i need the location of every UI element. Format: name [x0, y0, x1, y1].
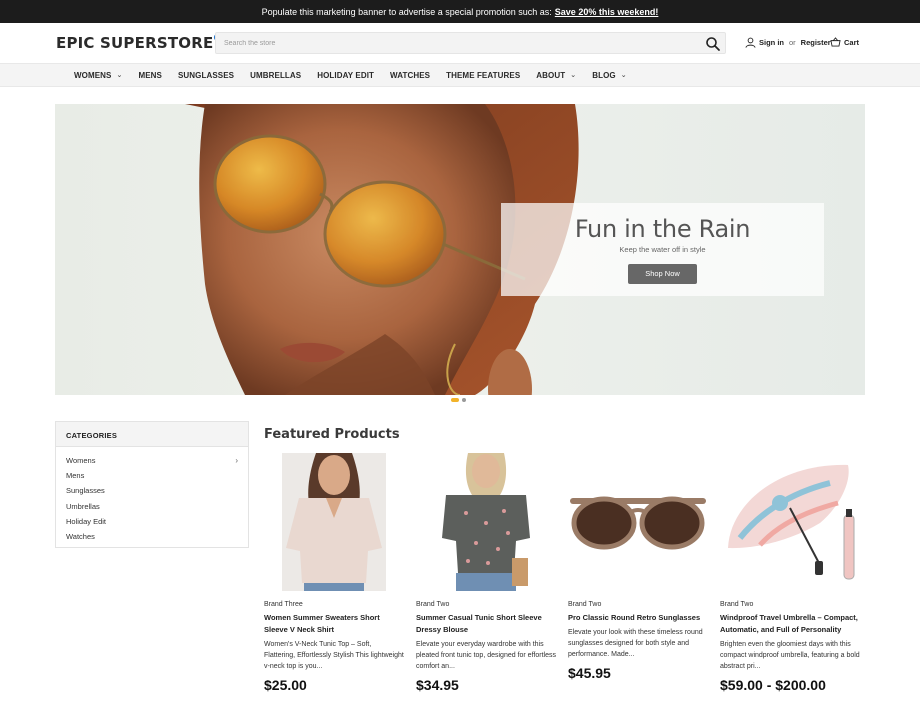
product-name[interactable]: Summer Casual Tunic Short Sleeve Dressy …: [416, 612, 556, 636]
product-card[interactable]: Brand Two Summer Casual Tunic Short Slee…: [416, 453, 556, 693]
site-header: EPIC SUPERSTORE● Sign in or Register Car…: [0, 23, 920, 63]
product-name[interactable]: Women Summer Sweaters Short Sleeve V Nec…: [264, 612, 404, 636]
category-label: Mens: [66, 471, 85, 481]
product-image-sweater[interactable]: [264, 453, 404, 591]
product-description: Women's V-Neck Tunic Top – Soft, Flatter…: [264, 641, 404, 670]
search-icon[interactable]: [705, 36, 721, 52]
cart-label: Cart: [844, 37, 860, 47]
category-label: Watches: [66, 532, 95, 542]
product-image-umbrella[interactable]: [720, 453, 860, 591]
chevron-right-icon[interactable]: ›: [235, 456, 238, 465]
hero-title: Fun in the Rain: [574, 215, 751, 243]
carousel-indicators: [451, 398, 466, 402]
or-text: or: [789, 38, 796, 47]
nav-label: BLOG: [592, 70, 616, 80]
chevron-down-icon: ⌄: [116, 72, 123, 79]
product-brand: Brand Two: [568, 601, 602, 608]
category-item-watches[interactable]: Watches: [66, 529, 238, 544]
hero-subtitle: Keep the water off in style: [619, 245, 706, 254]
product-price: $45.95: [568, 665, 611, 681]
product-name[interactable]: Pro Classic Round Retro Sunglasses: [568, 612, 708, 624]
nav-label: MENS: [138, 70, 162, 80]
search-bar: [215, 32, 726, 54]
product-price: $25.00: [264, 677, 307, 693]
logo-text: EPIC SUPERSTORE: [56, 34, 214, 52]
product-description: Elevate your everyday wardrobe with this…: [416, 641, 556, 670]
nav-label: UMBRELLAS: [250, 70, 302, 80]
nav-item-sunglasses[interactable]: SUNGLASSES: [178, 71, 234, 80]
account-links: Sign in or Register: [745, 37, 831, 48]
categories-heading: CATEGORIES: [56, 422, 248, 447]
hero-promo-panel: Fun in the Rain Keep the water off in st…: [501, 203, 824, 296]
categories-sidebar: CATEGORIES Womens › Mens Sunglasses Umbre…: [55, 421, 249, 548]
product-description: Brighten even the gloomiest days with th…: [720, 641, 860, 670]
nav-label: WATCHES: [390, 70, 431, 80]
category-item-womens[interactable]: Womens ›: [66, 453, 238, 468]
product-brand: Brand Two: [720, 601, 754, 608]
category-item-mens[interactable]: Mens: [66, 468, 238, 483]
chevron-down-icon: ⌄: [570, 72, 577, 79]
product-brand: Brand Two: [416, 601, 450, 608]
product-card[interactable]: Brand Three Women Summer Sweaters Short …: [264, 453, 404, 693]
product-price: $34.95: [416, 677, 459, 693]
cart-button[interactable]: Cart: [830, 37, 859, 47]
main-navigation: WOMENS ⌄ MENS SUNGLASSES UMBRELLAS HOLIDA…: [0, 63, 920, 87]
category-item-umbrellas[interactable]: Umbrellas: [66, 499, 238, 514]
promo-text: Populate this marketing banner to advert…: [261, 6, 552, 17]
product-image-blouse[interactable]: [416, 453, 556, 591]
register-link[interactable]: Register: [801, 38, 831, 47]
chevron-down-icon: ⌄: [620, 72, 627, 79]
product-card[interactable]: Brand Two Windproof Travel Umbrella – Co…: [720, 453, 860, 693]
hero-carousel[interactable]: Fun in the Rain Keep the water off in st…: [55, 104, 865, 395]
sign-in-link[interactable]: Sign in: [759, 38, 784, 47]
product-name[interactable]: Windproof Travel Umbrella – Compact, Aut…: [720, 612, 860, 636]
nav-item-about[interactable]: ABOUT ⌄: [536, 71, 576, 80]
nav-item-mens[interactable]: MENS: [138, 71, 162, 80]
nav-item-umbrellas[interactable]: UMBRELLAS: [250, 71, 301, 80]
nav-label: SUNGLASSES: [177, 70, 235, 80]
product-price: $59.00 - $200.00: [720, 677, 826, 693]
featured-products-heading: Featured Products: [264, 427, 400, 442]
store-logo[interactable]: EPIC SUPERSTORE●: [56, 32, 222, 52]
category-label: Umbrellas: [66, 501, 100, 511]
product-description: Elevate your look with these timeless ro…: [568, 629, 703, 658]
nav-label: THEME FEATURES: [446, 70, 521, 80]
product-image-sunglasses[interactable]: [568, 453, 708, 591]
nav-label: HOLIDAY EDIT: [317, 70, 375, 80]
search-input[interactable]: [224, 36, 694, 50]
product-brand: Brand Three: [264, 601, 303, 608]
product-card[interactable]: Brand Two Pro Classic Round Retro Sungla…: [568, 453, 708, 681]
nav-item-theme-features[interactable]: THEME FEATURES: [446, 71, 520, 80]
nav-item-holiday-edit[interactable]: HOLIDAY EDIT: [317, 71, 374, 80]
nav-item-watches[interactable]: WATCHES: [390, 71, 430, 80]
nav-label: WOMENS: [74, 70, 112, 80]
category-item-sunglasses[interactable]: Sunglasses: [66, 483, 238, 498]
category-label: Sunglasses: [66, 486, 105, 496]
user-icon: [745, 37, 756, 48]
nav-item-womens[interactable]: WOMENS ⌄: [74, 71, 122, 80]
promo-link[interactable]: Save 20% this weekend!: [555, 7, 659, 17]
nav-item-blog[interactable]: BLOG ⌄: [592, 71, 626, 80]
shop-now-button[interactable]: Shop Now: [628, 264, 697, 284]
category-label: Womens: [66, 456, 96, 466]
carousel-dot-active[interactable]: [451, 398, 459, 402]
carousel-dot[interactable]: [462, 398, 466, 402]
category-label: Holiday Edit: [66, 516, 107, 526]
promo-banner: Populate this marketing banner to advert…: [0, 0, 920, 23]
category-item-holiday-edit[interactable]: Holiday Edit: [66, 514, 238, 529]
basket-icon: [830, 37, 841, 47]
nav-label: ABOUT: [536, 70, 566, 80]
